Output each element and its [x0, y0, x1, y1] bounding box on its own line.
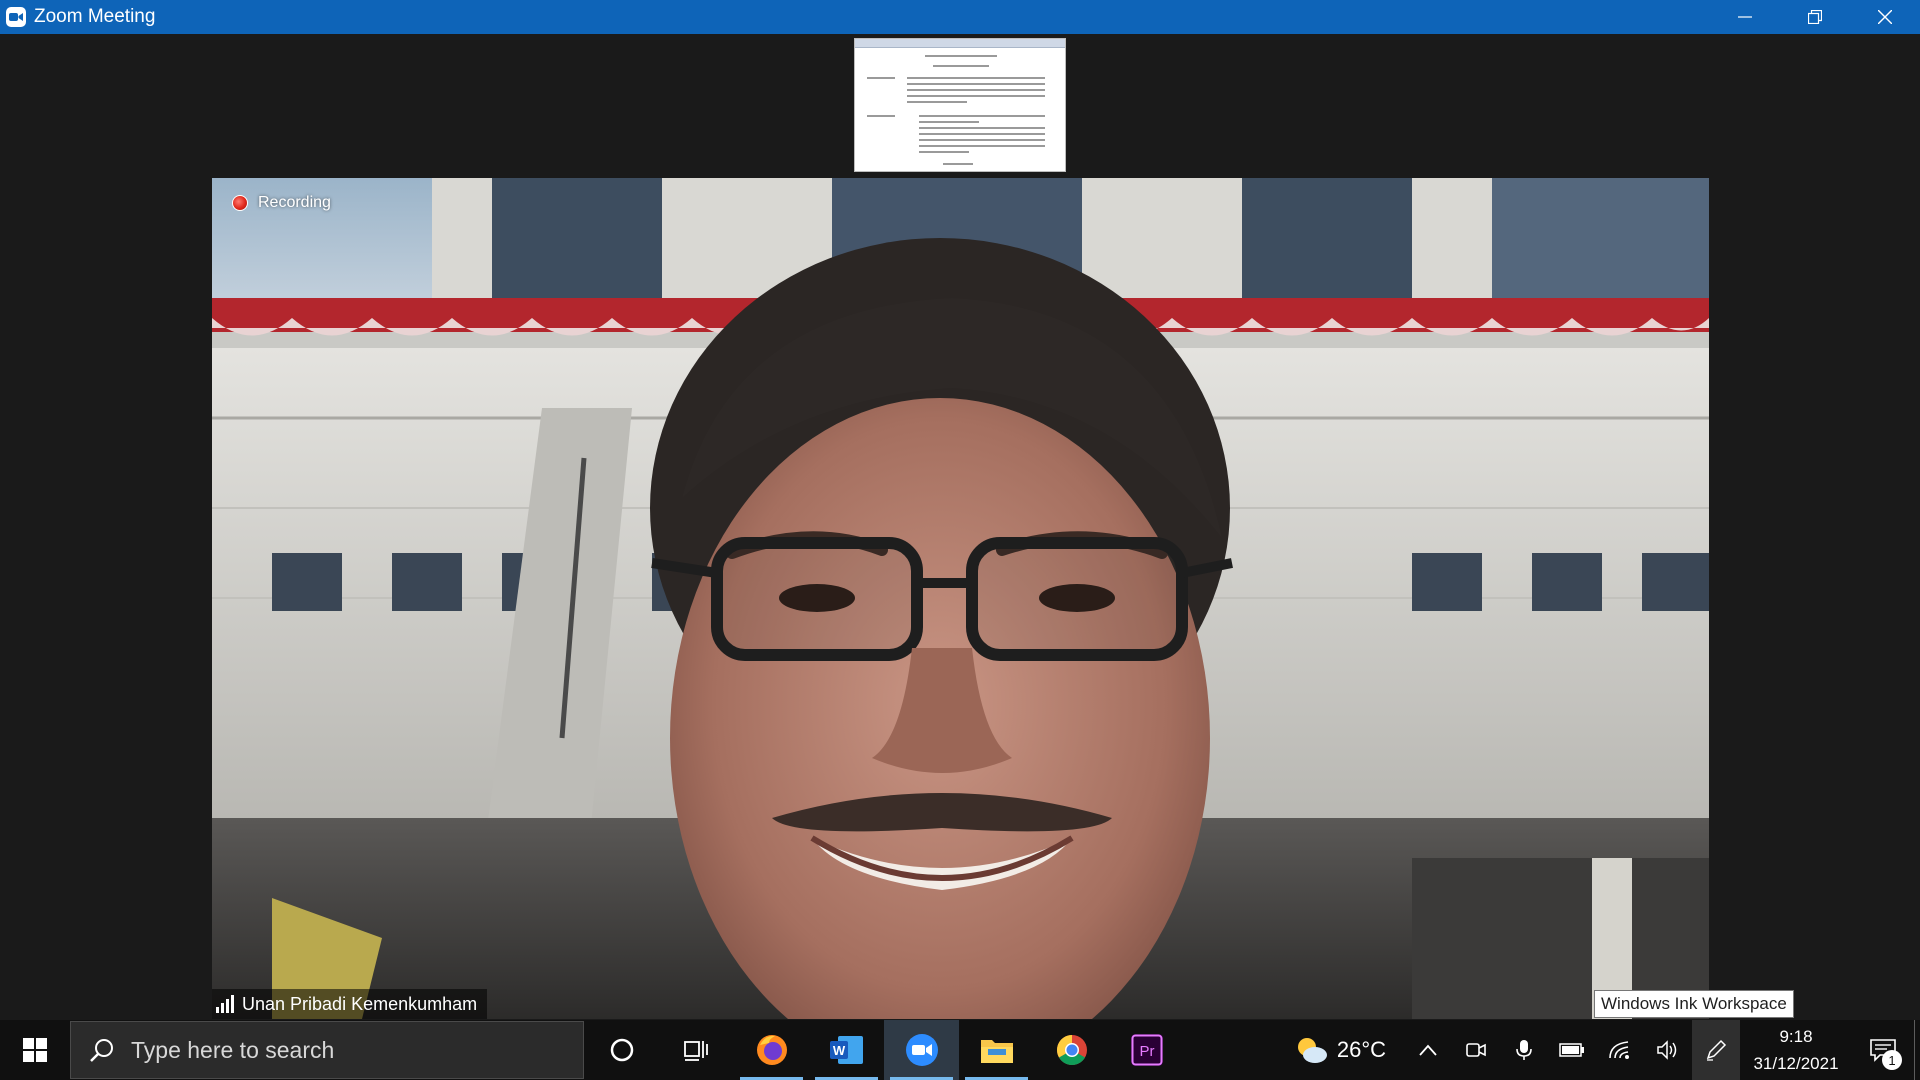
restore-icon [1808, 10, 1822, 24]
participant-name: Unan Pribadi Kemenkumham [242, 993, 478, 1014]
tooltip: Windows Ink Workspace [1594, 990, 1794, 1018]
zoom-camera-icon [6, 7, 26, 27]
wifi-tray-button[interactable] [1596, 1020, 1644, 1080]
clock-date: 31/12/2021 [1753, 1054, 1839, 1073]
participant-video[interactable]: Recording Unan Pribadi Kemenkumham [212, 178, 1709, 1019]
cortana-icon [610, 1038, 633, 1062]
volume-icon [1657, 1040, 1677, 1060]
signal-strength-icon [216, 995, 234, 1013]
battery-tray-button[interactable] [1548, 1020, 1596, 1080]
participant-name-tag: Unan Pribadi Kemenkumham [212, 989, 488, 1019]
search-icon [90, 1039, 113, 1062]
video-frame [212, 178, 1709, 1019]
clock-time: 9:18 [1779, 1027, 1813, 1046]
system-tray: 26°C 9:18 31/12/2021 1 [1295, 1020, 1920, 1080]
minimize-button[interactable] [1710, 0, 1780, 34]
notifications-button[interactable]: 1 [1852, 1020, 1914, 1080]
show-hidden-icons-button[interactable] [1404, 1020, 1452, 1080]
window-title: Zoom Meeting [34, 6, 156, 27]
restore-button[interactable] [1780, 0, 1850, 34]
task-view-icon [683, 1041, 708, 1061]
svg-text:Pr: Pr [1139, 1043, 1154, 1060]
windows-logo-icon [23, 1038, 47, 1062]
microphone-tray-button[interactable] [1500, 1020, 1548, 1080]
search-input[interactable]: Type here to search [70, 1021, 584, 1079]
chrome-icon [1056, 1035, 1087, 1066]
cortana-button[interactable] [584, 1020, 659, 1080]
file-explorer-icon [980, 1040, 1013, 1063]
notification-count-badge: 1 [1882, 1050, 1902, 1070]
title-bar[interactable]: Zoom Meeting [0, 0, 1920, 34]
taskbar-app-file-explorer[interactable] [959, 1020, 1034, 1080]
partly-cloudy-icon [1297, 1038, 1327, 1063]
task-view-button[interactable] [659, 1020, 734, 1080]
recording-indicator: Recording [232, 194, 331, 212]
search-placeholder: Type here to search [131, 1036, 335, 1063]
document-thumbnail[interactable] [854, 38, 1066, 172]
clock[interactable]: 9:18 31/12/2021 [1740, 1023, 1852, 1077]
close-icon [1878, 10, 1892, 24]
recording-dot-icon [232, 195, 248, 211]
minimize-icon [1738, 16, 1752, 18]
camera-tray-button[interactable] [1452, 1020, 1500, 1080]
show-desktop-button[interactable] [1914, 1020, 1920, 1080]
taskbar-app-chrome[interactable] [1034, 1020, 1109, 1080]
windows-ink-workspace-button[interactable] [1692, 1020, 1740, 1080]
close-button[interactable] [1850, 0, 1920, 34]
taskbar-app-firefox[interactable] [734, 1020, 809, 1080]
document-toolbar [855, 39, 1065, 48]
weather-temperature: 26°C [1336, 1037, 1386, 1062]
camera-icon [1466, 1043, 1486, 1057]
premiere-pro-icon: Pr [1130, 1034, 1163, 1066]
battery-icon [1559, 1043, 1584, 1057]
wifi-icon [1609, 1041, 1629, 1059]
zoom-icon [905, 1034, 938, 1066]
firefox-icon [756, 1035, 787, 1065]
taskbar-app-zoom[interactable] [884, 1020, 959, 1080]
recording-label: Recording [258, 194, 331, 211]
document-page [863, 51, 1057, 171]
start-button[interactable] [0, 1020, 70, 1080]
volume-tray-button[interactable] [1644, 1020, 1692, 1080]
word-icon: W [829, 1036, 863, 1064]
meeting-stage: Recording Unan Pribadi Kemenkumham [0, 34, 1920, 1019]
taskbar: Type here to search W Pr 26°C 9:18 31/12… [0, 1020, 1920, 1080]
taskbar-app-premiere-pro[interactable]: Pr [1109, 1020, 1184, 1080]
svg-text:W: W [832, 1043, 845, 1058]
pen-icon [1706, 1039, 1727, 1061]
taskbar-app-word[interactable]: W [809, 1020, 884, 1080]
weather-widget[interactable]: 26°C [1295, 1035, 1386, 1065]
chevron-up-icon [1419, 1044, 1437, 1056]
microphone-icon [1516, 1040, 1532, 1060]
